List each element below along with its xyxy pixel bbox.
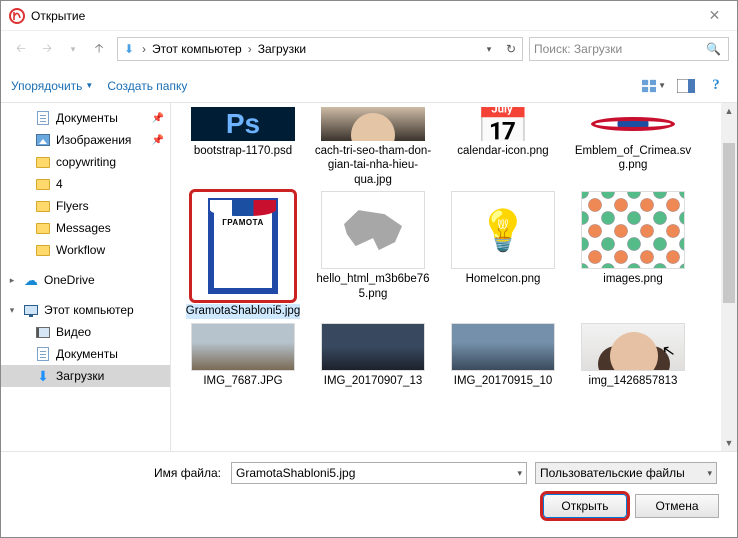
view-mode-button[interactable]: ▼ (641, 74, 667, 98)
chevron-down-icon: ▾ (707, 468, 712, 479)
tree-item-documents-pc[interactable]: Документы (1, 343, 170, 365)
thumbnail (321, 191, 425, 269)
title-bar: Открытие ✕ (1, 1, 737, 31)
forward-button[interactable]: 🡢 (35, 37, 59, 61)
file-item[interactable]: Psbootstrap-1170.psd (181, 107, 305, 187)
file-item[interactable]: IMG_20170915_10 (441, 323, 565, 388)
up-button[interactable]: 🡡 (87, 37, 111, 61)
thumbnail: 📅 (451, 107, 555, 141)
file-item[interactable]: 📅calendar-icon.png (441, 107, 565, 187)
filetype-value: Пользовательские файлы (540, 466, 685, 480)
nav-tree: Документы📌 Изображения📌 copywriting 4 Fl… (1, 103, 171, 451)
download-arrow-icon: ⬇ (35, 368, 51, 384)
file-item[interactable]: img_1426857813 (571, 323, 695, 388)
preview-pane-button[interactable] (673, 74, 699, 98)
open-button[interactable]: Открыть (543, 494, 627, 518)
cloud-icon: ☁ (23, 272, 39, 288)
window-title: Открытие (31, 9, 692, 23)
file-item[interactable]: IMG_7687.JPG (181, 323, 305, 388)
thumbnail (581, 323, 685, 371)
address-dropdown[interactable]: ▾ (478, 38, 500, 60)
file-item[interactable]: hello_html_m3b6be765.png (311, 191, 435, 318)
dialog-footer: Имя файла: GramotaShabloni5.jpg ▾ Пользо… (1, 451, 737, 537)
tree-item-pictures[interactable]: Изображения📌 (1, 129, 170, 151)
thumbnail (191, 323, 295, 371)
tree-item-copywriting[interactable]: copywriting (1, 151, 170, 173)
filetype-combobox[interactable]: Пользовательские файлы ▾ (535, 462, 717, 484)
tree-item-onedrive[interactable]: ▸☁OneDrive (1, 269, 170, 291)
filename-combobox[interactable]: GramotaShabloni5.jpg ▾ (231, 462, 527, 484)
file-item[interactable]: 💡HomeIcon.png (441, 191, 565, 318)
organize-menu[interactable]: Упорядочить ▼ (11, 79, 93, 93)
pin-icon: 📌 (152, 113, 164, 124)
file-item-selected[interactable]: GramotaShabloni5.jpg (181, 191, 305, 318)
tree-item-videos[interactable]: Видео (1, 321, 170, 343)
crumb-thispc[interactable]: Этот компьютер (148, 42, 246, 56)
app-icon (9, 8, 25, 24)
tree-item-4[interactable]: 4 (1, 173, 170, 195)
thumbnail (191, 191, 295, 301)
cancel-button[interactable]: Отмена (635, 494, 719, 518)
tree-item-downloads[interactable]: ⬇Загрузки (1, 365, 170, 387)
refresh-button[interactable]: ↻ (500, 38, 522, 60)
search-input[interactable]: Поиск: Загрузки 🔍 (529, 37, 729, 61)
thumbnail (321, 107, 425, 141)
scroll-up-icon[interactable]: ▲ (721, 103, 737, 119)
thumbnail (451, 323, 555, 371)
tree-item-workflow[interactable]: Workflow (1, 239, 170, 261)
download-arrow-icon: ⬇ (118, 42, 140, 56)
filename-label: Имя файла: (1, 466, 231, 480)
file-item[interactable]: Emblem_of_Crimea.svg.png (571, 107, 695, 187)
thumbnail (321, 323, 425, 371)
filename-value: GramotaShabloni5.jpg (236, 466, 355, 480)
tree-item-thispc[interactable]: ▾Этот компьютер (1, 299, 170, 321)
chevron-down-icon: ▾ (517, 468, 522, 479)
chevron-right-icon: › (140, 42, 148, 56)
scrollbar[interactable]: ▲ ▼ (721, 103, 737, 451)
back-button[interactable]: 🡠 (9, 37, 33, 61)
thumbnail: Ps (191, 107, 295, 141)
chevron-right-icon: ▸ (7, 275, 17, 286)
tree-item-messages[interactable]: Messages (1, 217, 170, 239)
thumbnail (581, 191, 685, 269)
nav-row: 🡠 🡢 ▾ 🡡 ⬇ › Этот компьютер › Загрузки ▾ … (1, 31, 737, 69)
chevron-right-icon: › (246, 42, 254, 56)
scroll-thumb[interactable] (723, 143, 735, 303)
file-item[interactable]: images.png (571, 191, 695, 318)
thumbnail (581, 107, 685, 141)
new-folder-button[interactable]: Создать папку (107, 79, 187, 93)
address-bar[interactable]: ⬇ › Этот компьютер › Загрузки ▾ ↻ (117, 37, 523, 61)
monitor-icon (23, 302, 39, 318)
tree-item-flyers[interactable]: Flyers (1, 195, 170, 217)
chevron-down-icon: ▼ (85, 81, 93, 90)
pin-icon: 📌 (152, 135, 164, 146)
chevron-down-icon: ▾ (7, 305, 17, 316)
thumbnail: 💡 (451, 191, 555, 269)
help-button[interactable]: ? (705, 77, 727, 94)
tree-item-documents[interactable]: Документы📌 (1, 107, 170, 129)
crumb-folder[interactable]: Загрузки (254, 42, 310, 56)
close-button[interactable]: ✕ (692, 1, 737, 31)
file-item[interactable]: cach-tri-seo-tham-don-gian-tai-nha-hieu-… (311, 107, 435, 187)
scroll-down-icon[interactable]: ▼ (721, 435, 737, 451)
file-item[interactable]: IMG_20170907_13 (311, 323, 435, 388)
file-grid: Psbootstrap-1170.psd cach-tri-seo-tham-d… (171, 103, 737, 451)
toolbar: Упорядочить ▼ Создать папку ▼ ? (1, 69, 737, 103)
search-placeholder: Поиск: Загрузки (534, 42, 706, 56)
search-icon: 🔍 (706, 42, 724, 56)
recent-dropdown[interactable]: ▾ (61, 37, 85, 61)
